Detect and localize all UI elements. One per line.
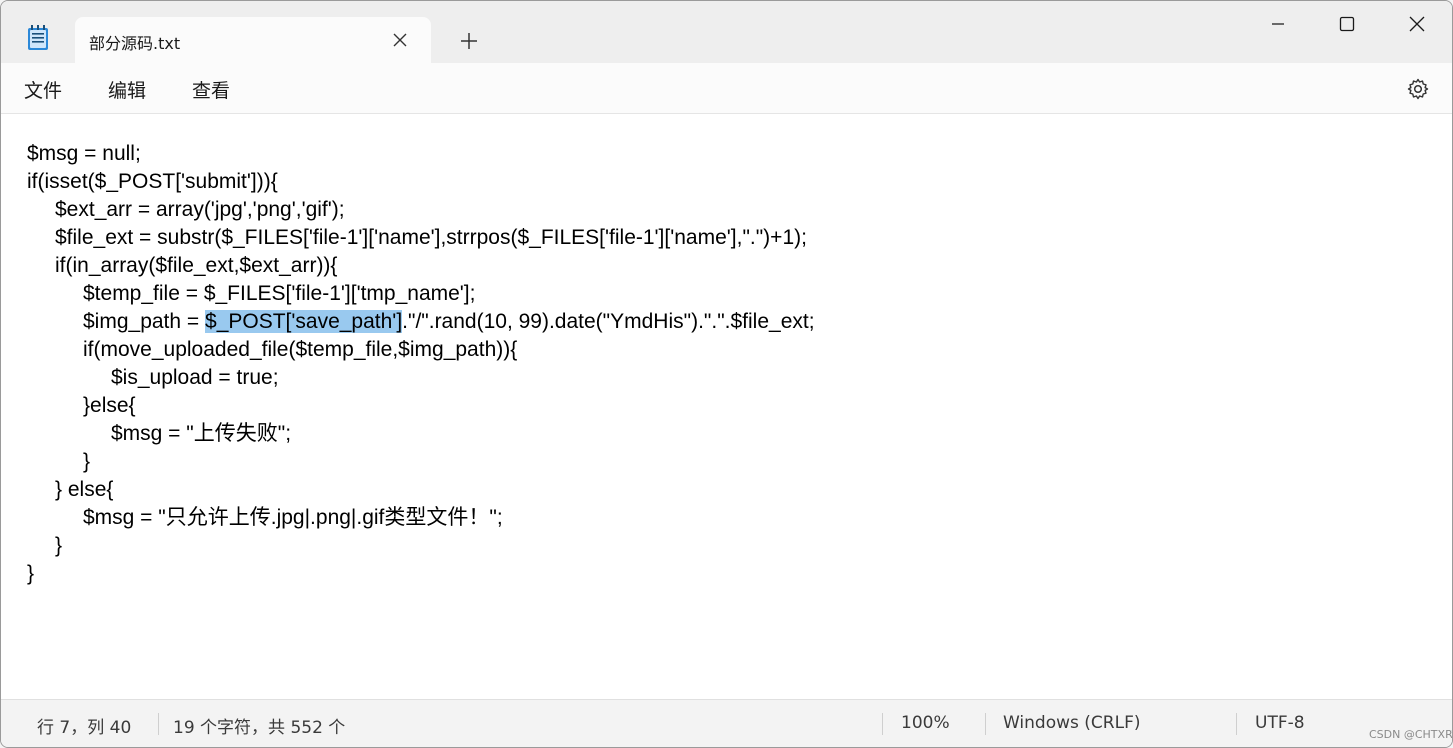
code-text: $temp_file = $_FILES['file-1']['tmp_name… (83, 282, 476, 305)
code-line: if(move_uploaded_file($temp_file,$img_pa… (27, 336, 815, 364)
maximize-icon (1339, 16, 1355, 32)
close-icon (1409, 16, 1425, 32)
code-line: $msg = "上传失败"; (27, 420, 815, 448)
code-line: if(in_array($file_ext,$ext_arr)){ (27, 252, 815, 280)
minimize-button[interactable] (1243, 1, 1313, 47)
new-tab-button[interactable] (457, 29, 481, 53)
code-line: $file_ext = substr($_FILES['file-1']['na… (27, 224, 815, 252)
tab-close-button[interactable] (389, 29, 411, 51)
code-line: }else{ (27, 392, 815, 420)
code-text: if(in_array($file_ext,$ext_arr)){ (55, 254, 338, 277)
code-line: } (27, 532, 815, 560)
status-bar: 行 7，列 40 19 个字符，共 552 个 100% Windows (CR… (1, 699, 1453, 747)
cursor-position: 行 7，列 40 (37, 718, 132, 738)
encoding[interactable]: UTF-8 (1255, 713, 1305, 733)
title-bar: 部分源码.txt (1, 1, 1452, 63)
plus-icon (461, 33, 477, 49)
code-text: $msg = null; (27, 142, 141, 165)
tab-active[interactable]: 部分源码.txt (75, 17, 431, 63)
notepad-app-icon (28, 25, 48, 50)
menu-file[interactable]: 文件 (24, 76, 62, 103)
status-divider (158, 713, 159, 735)
notepad-window: 部分源码.txt 文件 编辑 查看 $msg = null; if(isset(… (0, 0, 1453, 748)
code-text: }else{ (83, 394, 136, 417)
code-text: } (83, 450, 91, 473)
code-line: $ext_arr = array('jpg','png','gif'); (27, 196, 815, 224)
status-divider (882, 713, 883, 735)
menu-edit[interactable]: 编辑 (108, 76, 146, 103)
menu-view[interactable]: 查看 (192, 76, 230, 103)
code-text: $img_path = (83, 310, 206, 333)
code-text: $ext_arr = array('jpg','png','gif'); (55, 198, 345, 221)
line-ending[interactable]: Windows (CRLF) (1003, 713, 1141, 733)
code-line: } (27, 448, 815, 476)
code-text: $is_upload = true; (111, 366, 279, 389)
menu-bar: 文件 编辑 查看 (1, 63, 1452, 114)
code-line: } else{ (27, 476, 815, 504)
code-text: if(move_uploaded_file($temp_file,$img_pa… (83, 338, 518, 361)
code-text: $msg = "上传失败"; (111, 422, 292, 445)
code-text: $file_ext = substr($_FILES['file-1']['na… (55, 226, 807, 249)
code-line: $msg = null; (27, 140, 815, 168)
code-line: $temp_file = $_FILES['file-1']['tmp_name… (27, 280, 815, 308)
code-line: } (27, 560, 815, 588)
code-line: $msg = "只允许上传.jpg|.png|.gif类型文件！"; (27, 504, 815, 532)
selected-text: $_POST['save_path'] (205, 310, 403, 333)
maximize-button[interactable] (1312, 1, 1382, 47)
code-line: $img_path = $_POST['save_path']."/".rand… (27, 308, 815, 336)
editor-content[interactable]: $msg = null; if(isset($_POST['submit'])){… (27, 140, 815, 588)
code-text: } (55, 534, 63, 557)
selection-count: 19 个字符，共 552 个 (173, 718, 346, 738)
code-line: $is_upload = true; (27, 364, 815, 392)
watermark: CSDN @CHTXRT (1369, 728, 1453, 741)
tab-title: 部分源码.txt (89, 34, 181, 53)
code-text: $msg = "只允许上传.jpg|.png|.gif类型文件！"; (83, 506, 503, 529)
close-icon (393, 33, 407, 47)
code-text: if(isset($_POST['submit'])){ (27, 170, 278, 193)
code-line: if(isset($_POST['submit'])){ (27, 168, 815, 196)
code-text: } else{ (55, 478, 114, 501)
close-window-button[interactable] (1382, 1, 1452, 47)
status-divider (985, 713, 986, 735)
text-editor[interactable]: $msg = null; if(isset($_POST['submit'])){… (1, 114, 1452, 699)
minimize-icon (1272, 23, 1284, 25)
code-text: } (27, 562, 35, 585)
gear-icon[interactable] (1406, 77, 1430, 101)
zoom-level[interactable]: 100% (901, 713, 950, 733)
status-divider (1236, 713, 1237, 735)
code-text: ."/".rand(10, 99).date("YmdHis").".".$fi… (402, 310, 815, 333)
